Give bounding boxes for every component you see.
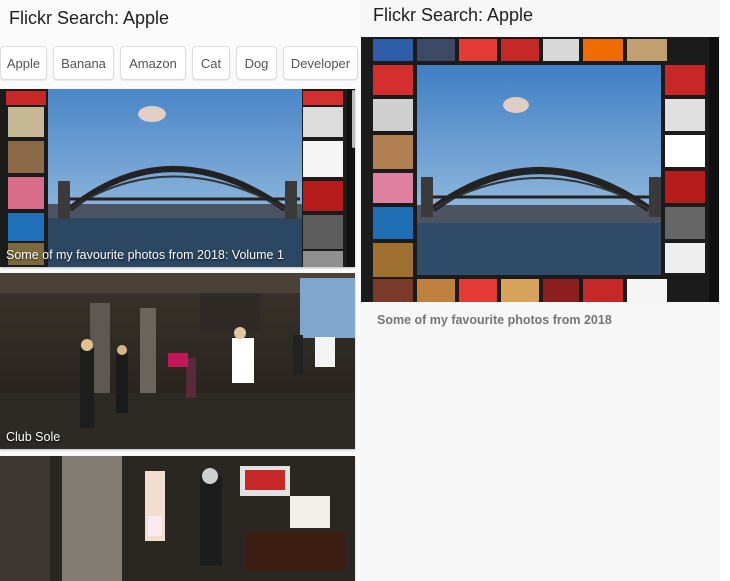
detail-photo[interactable] [361,37,719,302]
photo-caption: Some of my favourite photos from 2018: V… [6,248,284,262]
search-results-pane: Flickr Search: Apple Apple Banana Amazon… [0,0,360,581]
detail-caption: Some of my favourite photos from 2018 [377,313,612,327]
photo-card[interactable] [0,456,355,581]
chip-banana[interactable]: Banana [53,46,114,80]
search-chip-bar: Apple Banana Amazon Cat Dog Developer [0,46,358,82]
app-window: Flickr Search: Apple Apple Banana Amazon… [0,0,730,581]
detail-title: Flickr Search: Apple [373,5,534,25]
page-title: Flickr Search: Apple [9,8,170,28]
photo-thumbnail [0,456,355,581]
photo-detail-pane: Flickr Search: Apple Some of my favourit… [360,0,720,581]
chip-apple[interactable]: Apple [0,46,47,80]
chip-dog[interactable]: Dog [236,46,277,80]
photo-card[interactable]: Some of my favourite photos from 2018: V… [0,89,355,267]
chip-cat[interactable]: Cat [192,46,230,80]
chip-amazon[interactable]: Amazon [120,46,186,80]
photo-thumbnail [0,89,355,267]
scrollbar[interactable] [352,90,355,148]
detail-photo-image [361,37,719,302]
photo-card[interactable]: Club Sole [0,273,355,449]
photo-caption: Club Sole [6,430,61,444]
chip-developer[interactable]: Developer [283,46,358,80]
photo-thumbnail [0,273,355,449]
